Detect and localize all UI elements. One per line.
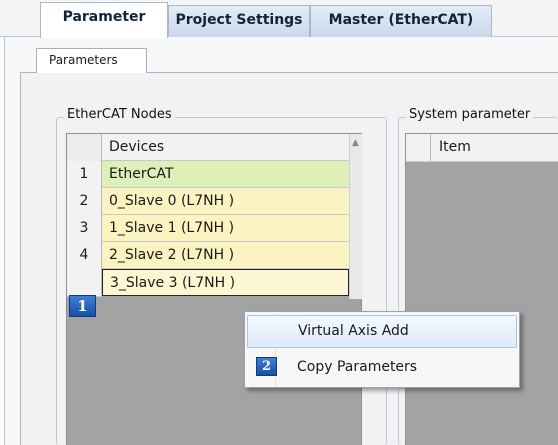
row-number: 1: [67, 161, 102, 189]
grid-corner: [406, 134, 431, 161]
menu-item-label: Virtual Axis Add: [298, 323, 409, 339]
menu-item-copy-parameters[interactable]: Copy Parameters: [247, 352, 517, 385]
table-row[interactable]: 3 1_Slave 1 (L7NH ): [67, 215, 361, 243]
step-1-badge-icon: 1: [69, 295, 96, 317]
step-2-badge-icon: 2: [256, 357, 277, 376]
table-row[interactable]: 4 2_Slave 2 (L7NH ): [67, 242, 361, 270]
device-cell[interactable]: 0_Slave 0 (L7NH ): [102, 188, 349, 215]
devices-grid[interactable]: Devices ▲ 1 EtherCAT 2 0_Slave 0 (L7NH )…: [66, 133, 362, 445]
row-number: 3: [67, 215, 102, 243]
scroll-up-arrow-icon[interactable]: ▲: [352, 138, 359, 148]
tab-project-settings[interactable]: Project Settings: [168, 5, 310, 37]
main-tab-bar: Parameter Project Settings Master (Ether…: [0, 0, 558, 38]
menu-item-label: Copy Parameters: [297, 359, 418, 375]
tab-master-ethercat[interactable]: Master (EtherCAT): [310, 5, 492, 37]
row-number: 2: [67, 188, 102, 216]
ethercat-nodes-title: EtherCAT Nodes: [64, 107, 175, 122]
table-row[interactable]: 2 0_Slave 0 (L7NH ): [67, 188, 361, 216]
table-row[interactable]: 3_Slave 3 (L7NH ): [67, 269, 361, 297]
system-parameter-title: System parameter: [406, 107, 534, 122]
grid-corner: [67, 134, 102, 162]
tab-parameter[interactable]: Parameter: [40, 2, 168, 38]
item-column-header[interactable]: Item: [439, 139, 471, 155]
devices-column-header[interactable]: Devices: [102, 134, 349, 161]
device-cell[interactable]: 1_Slave 1 (L7NH ): [102, 215, 349, 242]
menu-item-virtual-axis-add[interactable]: Virtual Axis Add: [247, 315, 517, 348]
row-number: [67, 269, 102, 297]
table-row[interactable]: 1 EtherCAT: [67, 161, 361, 189]
device-cell[interactable]: EtherCAT: [102, 161, 349, 188]
device-cell[interactable]: 2_Slave 2 (L7NH ): [102, 242, 349, 269]
context-menu: Virtual Axis Add Copy Parameters: [244, 311, 520, 388]
subtab-parameters[interactable]: Parameters: [36, 48, 147, 73]
grid-header-row: Item: [406, 134, 558, 162]
device-cell-selected[interactable]: 3_Slave 3 (L7NH ): [102, 269, 349, 296]
row-number: 4: [67, 242, 102, 270]
system-parameter-grid[interactable]: Item: [405, 133, 558, 445]
